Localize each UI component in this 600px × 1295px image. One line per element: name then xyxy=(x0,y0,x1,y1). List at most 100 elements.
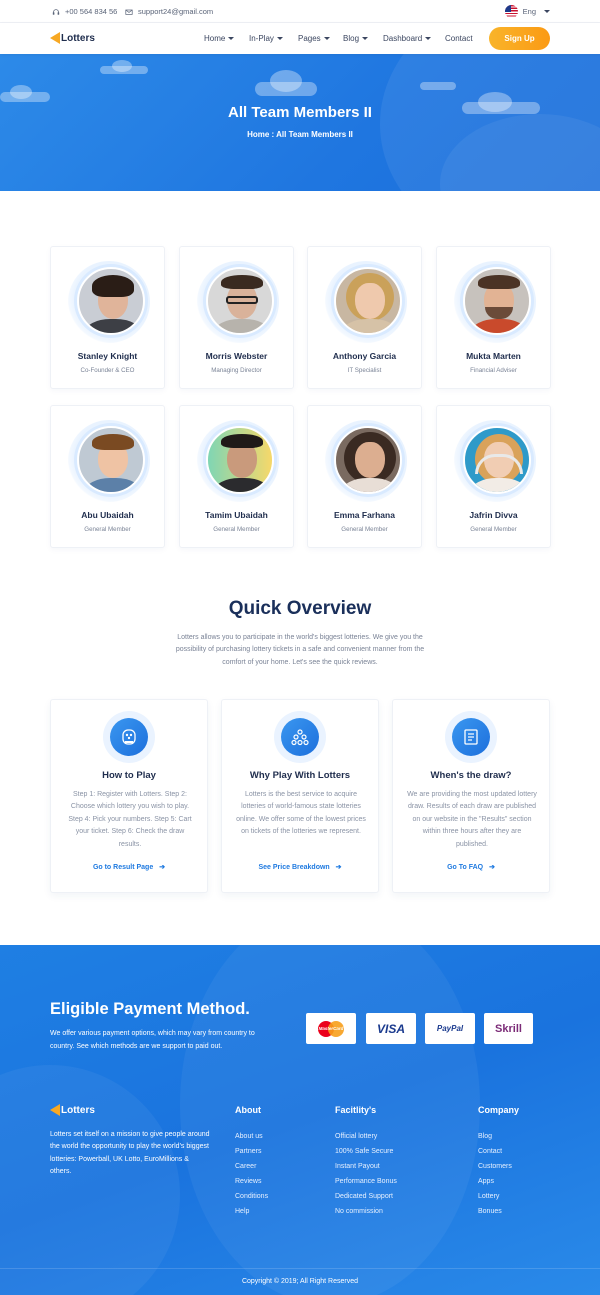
nav-label: Dashboard xyxy=(383,34,423,43)
team-member-card[interactable]: Morris Webster Managing Director xyxy=(179,246,294,389)
see-price-breakdown-link[interactable]: See Price Breakdown ➔ xyxy=(222,863,378,871)
copyright: Copyright © 2019; All Right Reserved xyxy=(0,1268,600,1295)
avatar-background xyxy=(197,420,279,502)
main-navigation: Lotters Home In-Play Pages Blog Dashboar… xyxy=(0,23,600,54)
footer-link[interactable]: Apps xyxy=(478,1174,512,1189)
logo-triangle-icon xyxy=(50,32,60,44)
member-name: Jafrin Divva xyxy=(469,510,518,520)
us-flag-icon xyxy=(504,5,518,18)
sign-up-button[interactable]: Sign Up xyxy=(489,27,550,50)
footer-link[interactable]: Lottery xyxy=(478,1189,512,1204)
nav-label: Contact xyxy=(445,34,473,43)
footer-link[interactable]: Reviews xyxy=(235,1174,268,1189)
payment-description: We offer various payment options, which … xyxy=(50,1030,255,1050)
card-text: Step 1: Register with Lotters. Step 2: C… xyxy=(68,791,192,848)
nav-item-home[interactable]: Home xyxy=(204,34,235,43)
nav-label: Pages xyxy=(298,34,321,43)
team-member-card[interactable]: Stanley Knight Co-Founder & CEO xyxy=(50,246,165,389)
member-name: Tamim Ubaidah xyxy=(205,510,268,520)
footer-link[interactable]: Customers xyxy=(478,1159,512,1174)
chevron-down-icon xyxy=(425,37,432,40)
email-contact[interactable]: support24@gmail.com xyxy=(125,7,213,16)
top-info-bar: +00 564 834 56 support24@gmail.com Eng xyxy=(0,0,600,23)
overview-card: When's the draw? We are providing the mo… xyxy=(392,699,550,893)
avatar xyxy=(206,426,274,494)
email-text: support24@gmail.com xyxy=(138,7,214,16)
team-member-card[interactable]: Anthony Garcia IT Specialist xyxy=(307,246,422,389)
link-label: Go To FAQ xyxy=(447,864,484,871)
footer-link[interactable]: Contact xyxy=(478,1144,512,1159)
phone-text: +00 564 834 56 xyxy=(65,7,118,16)
footer-link[interactable]: Help xyxy=(235,1204,268,1219)
footer-link[interactable]: Bonues xyxy=(478,1204,512,1219)
go-to-faq-link[interactable]: Go To FAQ ➔ xyxy=(393,863,549,871)
go-to-result-page-link[interactable]: Go to Result Page ➔ xyxy=(51,863,207,871)
footer-link[interactable]: Instant Payout xyxy=(335,1159,397,1174)
member-role: General Member xyxy=(213,526,260,533)
nav-label: Blog xyxy=(343,34,360,43)
site-logo[interactable]: Lotters xyxy=(50,32,95,44)
team-member-card[interactable]: Abu Ubaidah General Member xyxy=(50,405,165,548)
avatar-background xyxy=(454,261,536,343)
member-role: Managing Director xyxy=(211,367,262,374)
footer-link[interactable]: Performance Bonus xyxy=(335,1174,397,1189)
team-member-card[interactable]: Emma Farhana General Member xyxy=(307,405,422,548)
chevron-down-icon xyxy=(276,37,283,40)
footer-link[interactable]: 100% Safe Secure xyxy=(335,1144,397,1159)
footer-link[interactable]: No commission xyxy=(335,1204,397,1219)
nav-item-dashboard[interactable]: Dashboard xyxy=(383,34,432,43)
footer-links-company: Blog Contact Customers Apps Lottery Bonu… xyxy=(478,1129,512,1219)
nav-label: Home xyxy=(204,34,226,43)
avatar-background xyxy=(454,420,536,502)
team-member-card[interactable]: Jafrin Divva General Member xyxy=(436,405,551,548)
lottery-balls-icon xyxy=(281,718,319,756)
nav-item-pages[interactable]: Pages xyxy=(298,34,330,43)
avatar xyxy=(334,426,402,494)
page-banner: All Team Members II Home : All Team Memb… xyxy=(0,54,600,191)
avatar xyxy=(463,267,531,335)
cloud-decoration xyxy=(10,85,32,99)
member-role: IT Specialist xyxy=(347,367,382,374)
card-title: Why Play With Lotters xyxy=(249,770,351,781)
phone-contact[interactable]: +00 564 834 56 xyxy=(52,7,117,16)
footer-link[interactable]: Blog xyxy=(478,1129,512,1144)
card-text: Lotters is the best service to acquire l… xyxy=(236,791,366,836)
team-member-card[interactable]: Mukta Marten Financial Adviser xyxy=(436,246,551,389)
language-selector[interactable]: Eng xyxy=(504,5,550,18)
footer-about-text: Lotters set itself on a mission to give … xyxy=(50,1131,210,1175)
mastercard-logo: MasterCard xyxy=(306,1013,356,1044)
mastercard-label: MasterCard xyxy=(318,1026,344,1031)
overview-card: Why Play With Lotters Lotters is the bes… xyxy=(221,699,379,893)
nav-label: In-Play xyxy=(249,34,274,43)
visa-logo: VISA xyxy=(366,1013,416,1044)
footer-decoration xyxy=(0,1065,180,1295)
footer-link[interactable]: Partners xyxy=(235,1144,268,1159)
footer-column-title: Company xyxy=(478,1105,520,1115)
footer-link[interactable]: Career xyxy=(235,1159,268,1174)
member-name: Anthony Garcia xyxy=(332,351,397,361)
site-footer: Eligible Payment Method. We offer variou… xyxy=(0,945,600,1295)
footer-logo[interactable]: Lotters xyxy=(50,1104,95,1116)
nav-item-contact[interactable]: Contact xyxy=(445,34,473,43)
footer-link[interactable]: Conditions xyxy=(235,1189,268,1204)
cloud-decoration xyxy=(112,60,132,72)
chevron-down-icon xyxy=(323,37,330,40)
overview-card: How to Play Step 1: Register with Lotter… xyxy=(50,699,208,893)
breadcrumb[interactable]: Home : All Team Members II xyxy=(0,130,600,139)
footer-link[interactable]: About us xyxy=(235,1129,268,1144)
footer-link[interactable]: Official lottery xyxy=(335,1129,397,1144)
envelope-icon xyxy=(125,9,133,15)
member-name: Mukta Marten xyxy=(466,351,521,361)
avatar-background xyxy=(325,261,407,343)
chevron-down-icon xyxy=(228,37,235,40)
lottery-machine-icon xyxy=(110,718,148,756)
language-label: Eng xyxy=(522,7,536,16)
avatar xyxy=(463,426,531,494)
member-role: Financial Adviser xyxy=(470,367,517,374)
member-role: General Member xyxy=(341,526,388,533)
logo-text: Lotters xyxy=(61,32,95,44)
nav-item-blog[interactable]: Blog xyxy=(343,34,369,43)
team-member-card[interactable]: Tamim Ubaidah General Member xyxy=(179,405,294,548)
footer-link[interactable]: Dedicated Support xyxy=(335,1189,397,1204)
nav-item-in-play[interactable]: In-Play xyxy=(249,34,283,43)
